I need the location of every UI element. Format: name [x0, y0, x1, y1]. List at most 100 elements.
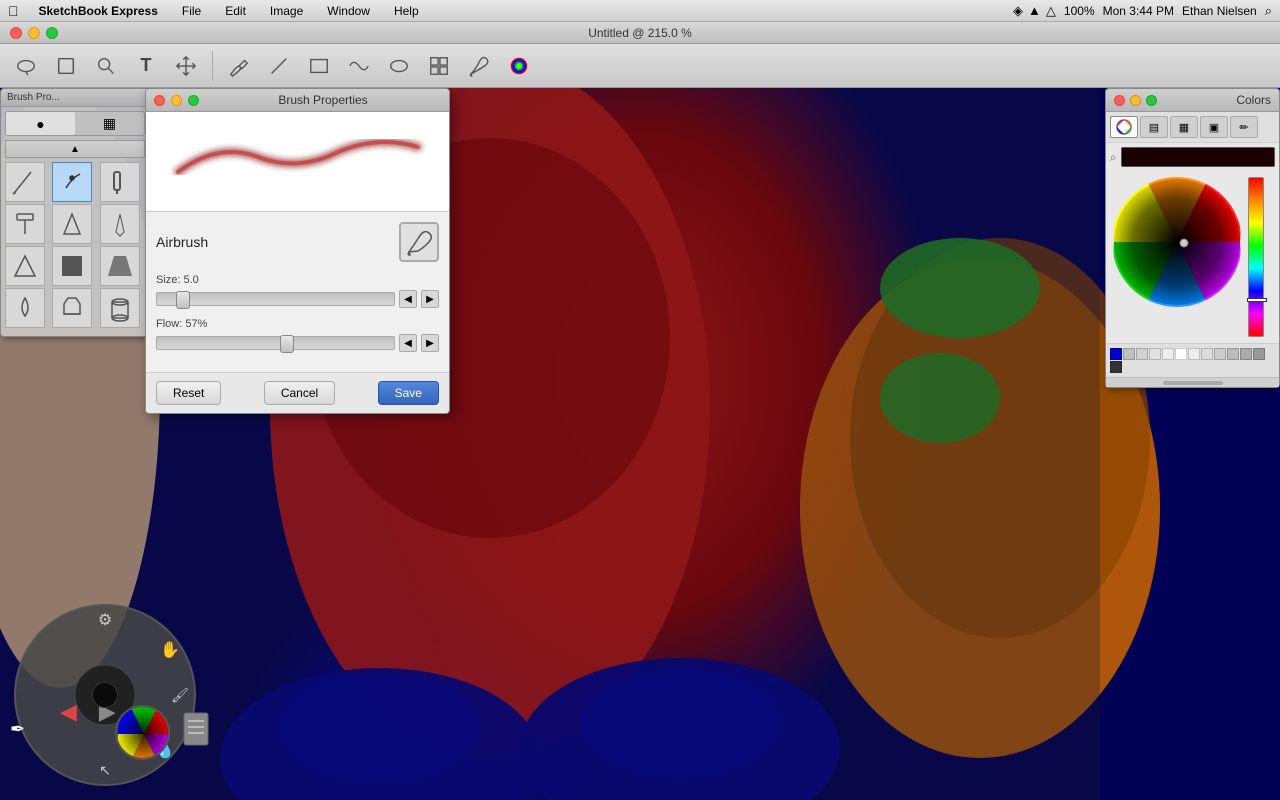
color-tool-btn[interactable]	[501, 48, 537, 84]
swatch-blue[interactable]	[1110, 348, 1122, 360]
color-swatches-mode-btn[interactable]: ▦	[1170, 116, 1198, 138]
size-label: Size: 5.0	[156, 274, 439, 286]
current-color-swatch[interactable]	[1121, 147, 1275, 167]
minimize-button[interactable]	[28, 27, 40, 39]
brush-mini-title-text: Brush Pro...	[7, 92, 60, 103]
reset-button[interactable]: Reset	[156, 381, 221, 405]
colors-search-icon[interactable]: ⌕	[1110, 150, 1117, 165]
size-increase-btn[interactable]: ▶	[421, 290, 439, 308]
palette-scroll-indicator[interactable]	[1106, 377, 1279, 387]
text-tool-btn[interactable]: T	[128, 48, 164, 84]
undo-btn[interactable]: ◀	[60, 699, 77, 725]
color-wheel[interactable]	[1112, 177, 1242, 307]
color-pencils-mode-btn[interactable]: ✏	[1230, 116, 1258, 138]
dialog-title-text: Brush Properties	[205, 93, 441, 107]
svg-text:✋: ✋	[160, 640, 180, 659]
brush-drop[interactable]	[5, 288, 45, 328]
swatch-2[interactable]	[1136, 348, 1148, 360]
title-bar: Untitled @ 215.0 %	[0, 22, 1280, 44]
brush-chisel[interactable]	[52, 204, 92, 244]
dialog-max-btn[interactable]	[188, 95, 199, 106]
layers-panel-btn[interactable]	[182, 711, 210, 750]
brush-icon-select[interactable]	[399, 222, 439, 262]
svg-text:🖌: 🖌	[171, 687, 189, 703]
layers-tab[interactable]: ▦	[75, 112, 144, 135]
size-decrease-btn[interactable]: ◀	[399, 290, 417, 308]
size-slider-thumb[interactable]	[176, 291, 190, 309]
brush-pencil[interactable]	[5, 162, 45, 202]
dial-color-wheel[interactable]	[115, 705, 170, 760]
brush-can[interactable]	[100, 288, 140, 328]
brush-stroke-svg	[158, 117, 438, 207]
move-tool-btn[interactable]	[168, 48, 204, 84]
brush-trapezoid[interactable]	[100, 246, 140, 286]
brush-bucket[interactable]	[52, 288, 92, 328]
dialog-close-btn[interactable]	[154, 95, 165, 106]
toolbar-separator-1	[212, 51, 213, 81]
maximize-button[interactable]	[46, 27, 58, 39]
flow-increase-btn[interactable]: ▶	[421, 334, 439, 352]
colors-min-btn[interactable]	[1130, 95, 1141, 106]
line-tool-btn[interactable]	[261, 48, 297, 84]
swatch-7[interactable]	[1214, 348, 1226, 360]
swatch-1[interactable]	[1123, 348, 1135, 360]
window-menu[interactable]: Window	[323, 4, 374, 18]
swatch-11[interactable]	[1110, 361, 1122, 373]
brush-fine[interactable]	[100, 204, 140, 244]
search-icon[interactable]: ⌕	[1265, 3, 1272, 19]
dialog-min-btn[interactable]	[171, 95, 182, 106]
crop-tool-btn[interactable]	[48, 48, 84, 84]
save-button[interactable]: Save	[378, 381, 439, 405]
brush-settings-btn[interactable]	[461, 48, 497, 84]
rect-tool-btn[interactable]	[301, 48, 337, 84]
cancel-button[interactable]: Cancel	[264, 381, 335, 405]
brushes-tab[interactable]: ●	[6, 112, 75, 135]
stamp-tool-btn[interactable]	[421, 48, 457, 84]
flow-slider-track[interactable]	[156, 336, 395, 350]
colors-close-btn[interactable]	[1114, 95, 1125, 106]
app-name-menu[interactable]: SketchBook Express	[35, 4, 162, 18]
brush-scroll-up[interactable]: ▲	[5, 140, 145, 158]
swatch-10[interactable]	[1253, 348, 1265, 360]
wave-tool-btn[interactable]	[341, 48, 377, 84]
svg-text:⚙: ⚙	[98, 612, 112, 629]
brush-square-dark[interactable]	[52, 246, 92, 286]
colors-panel: Colors ▤ ▦ ▣ ✏ ⌕	[1105, 88, 1280, 388]
swatch-6[interactable]	[1201, 348, 1213, 360]
help-menu[interactable]: Help	[390, 4, 423, 18]
colors-max-btn[interactable]	[1146, 95, 1157, 106]
brush-flat[interactable]	[5, 204, 45, 244]
size-slider-row: ◀ ▶	[156, 290, 439, 308]
swatch-white[interactable]	[1175, 348, 1187, 360]
hue-slider[interactable]	[1248, 177, 1264, 337]
flow-param-row: Flow: 57% ◀ ▶	[156, 318, 439, 352]
flow-slider-thumb[interactable]	[280, 335, 294, 353]
brush-grid	[5, 162, 145, 328]
canvas-area[interactable]: Brush Pro... ● ▦ ▲	[0, 88, 1280, 800]
zoom-tool-btn[interactable]	[88, 48, 124, 84]
colors-mode-tabs: ▤ ▦ ▣ ✏	[1106, 112, 1279, 143]
pen-tool-btn[interactable]	[221, 48, 257, 84]
flow-slider-row: ◀ ▶	[156, 334, 439, 352]
color-sliders-mode-btn[interactable]: ▤	[1140, 116, 1168, 138]
edit-menu[interactable]: Edit	[221, 4, 250, 18]
color-wheel-mode-btn[interactable]	[1110, 116, 1138, 138]
size-slider-track[interactable]	[156, 292, 395, 306]
brush-airbrush[interactable]	[52, 162, 92, 202]
flow-decrease-btn[interactable]: ◀	[399, 334, 417, 352]
swatch-3[interactable]	[1149, 348, 1161, 360]
apple-logo[interactable]: 	[8, 3, 19, 19]
swatch-8[interactable]	[1227, 348, 1239, 360]
swatch-5[interactable]	[1188, 348, 1200, 360]
brush-triangle[interactable]	[5, 246, 45, 286]
color-image-mode-btn[interactable]: ▣	[1200, 116, 1228, 138]
lasso-tool-btn[interactable]	[8, 48, 44, 84]
hue-slider-thumb[interactable]	[1247, 298, 1267, 302]
file-menu[interactable]: File	[178, 4, 205, 18]
image-menu[interactable]: Image	[266, 4, 307, 18]
close-button[interactable]	[10, 27, 22, 39]
swatch-9[interactable]	[1240, 348, 1252, 360]
swatch-4[interactable]	[1162, 348, 1174, 360]
brush-marker[interactable]	[100, 162, 140, 202]
ellipse-tool-btn[interactable]	[381, 48, 417, 84]
